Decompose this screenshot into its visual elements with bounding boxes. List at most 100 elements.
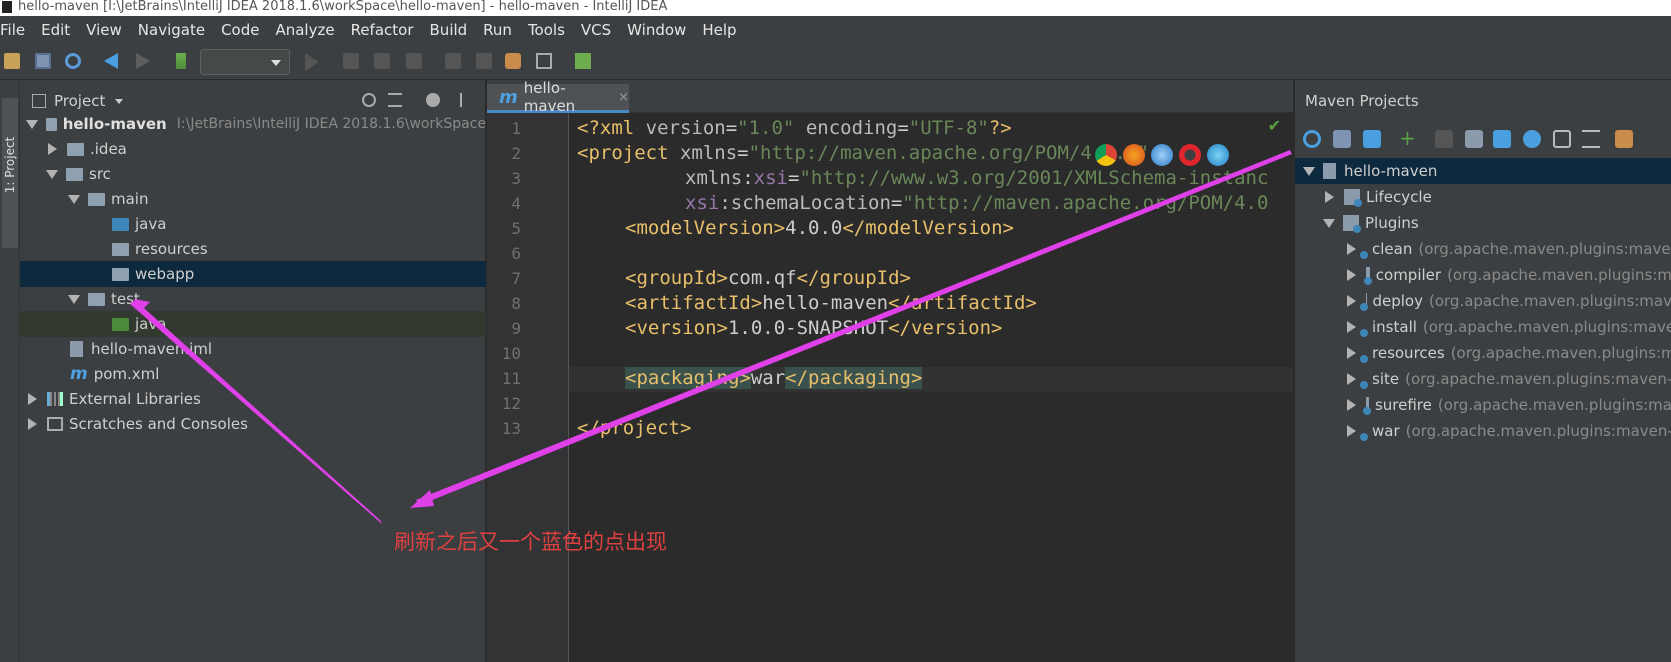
navigate-forward-icon[interactable] xyxy=(136,53,150,69)
collapsed-arrow-icon[interactable] xyxy=(1347,243,1356,255)
collapsed-arrow-icon[interactable] xyxy=(28,393,37,405)
vcs-update-icon[interactable] xyxy=(476,53,492,69)
tree-item-scratches[interactable]: Scratches and Consoles xyxy=(20,411,486,437)
collapsed-arrow-icon[interactable] xyxy=(1347,269,1356,281)
maven-plugin-deploy[interactable]: deploy (org.apache.maven.plugins:mav xyxy=(1295,288,1671,314)
maven-plugin-surefire[interactable]: surefire (org.apache.maven.plugins:ma xyxy=(1295,392,1671,418)
navigate-back-icon[interactable] xyxy=(104,53,118,69)
coverage-icon[interactable] xyxy=(374,53,390,69)
settings-icon[interactable] xyxy=(505,53,521,69)
maven-tree-plugins[interactable]: Plugins xyxy=(1295,210,1671,236)
skip-tests-icon[interactable] xyxy=(1523,130,1541,148)
close-icon[interactable]: × xyxy=(618,90,629,105)
project-structure-icon[interactable] xyxy=(536,53,552,69)
chrome-icon[interactable] xyxy=(1095,144,1117,166)
build-project-icon[interactable] xyxy=(176,53,186,69)
reimport-icon[interactable] xyxy=(1303,130,1321,148)
tree-item-webapp[interactable]: webapp xyxy=(20,261,486,287)
download-icon[interactable] xyxy=(1363,130,1381,148)
menu-navigate[interactable]: Navigate xyxy=(130,21,213,39)
collapsed-arrow-icon[interactable] xyxy=(1347,373,1356,385)
expanded-arrow-icon[interactable] xyxy=(1323,218,1335,228)
expanded-arrow-icon[interactable] xyxy=(68,194,80,204)
maven-plugin-war[interactable]: war (org.apache.maven.plugins:maven- xyxy=(1295,418,1671,444)
expanded-arrow-icon[interactable] xyxy=(46,169,58,179)
synchronize-icon[interactable] xyxy=(65,53,81,69)
gear-icon[interactable] xyxy=(426,93,440,107)
menu-window[interactable]: Window xyxy=(619,21,694,39)
expanded-arrow-icon[interactable] xyxy=(68,294,80,304)
menu-tools[interactable]: Tools xyxy=(520,21,573,39)
tree-item-resources[interactable]: resources xyxy=(20,236,486,262)
opera-icon[interactable] xyxy=(1179,144,1201,166)
menu-view[interactable]: View xyxy=(78,21,130,39)
stop-icon[interactable] xyxy=(406,53,422,69)
maven-plugin-clean[interactable]: clean (org.apache.maven.plugins:maven xyxy=(1295,236,1671,262)
module-folder-icon xyxy=(46,117,57,131)
open-folder-icon[interactable] xyxy=(4,53,20,69)
open-in-browser-toolbar xyxy=(1095,144,1229,166)
tree-item-main-java[interactable]: java xyxy=(20,211,486,237)
expanded-arrow-icon[interactable] xyxy=(1303,166,1315,176)
save-all-icon[interactable] xyxy=(35,53,51,69)
show-dependencies-icon[interactable] xyxy=(1553,130,1571,148)
update-running-app-icon[interactable] xyxy=(445,53,461,69)
run-configuration-icon[interactable] xyxy=(1465,130,1483,148)
tree-item-hello-maven[interactable]: hello-maven I:\JetBrains\IntelliJ IDEA 2… xyxy=(20,111,486,137)
menu-code[interactable]: Code xyxy=(213,21,267,39)
tree-item-iml[interactable]: hello-maven.iml xyxy=(20,336,486,362)
collapsed-arrow-icon[interactable] xyxy=(1347,347,1356,359)
collapsed-arrow-icon[interactable] xyxy=(1325,191,1334,203)
safari-icon[interactable] xyxy=(1151,144,1173,166)
maven-plugin-install[interactable]: install (org.apache.maven.plugins:mave xyxy=(1295,314,1671,340)
run-goal-icon[interactable] xyxy=(1435,130,1453,148)
tree-item-src[interactable]: src xyxy=(20,161,486,187)
tree-item-test-java[interactable]: java xyxy=(20,311,486,337)
menu-vcs[interactable]: VCS xyxy=(573,21,619,39)
run-icon[interactable] xyxy=(305,53,319,71)
menu-help[interactable]: Help xyxy=(694,21,744,39)
tree-item-main[interactable]: main xyxy=(20,186,486,212)
menu-file[interactable]: File xyxy=(0,21,33,39)
maven-tree-hello-maven[interactable]: hello-maven xyxy=(1295,158,1671,184)
tree-item-test[interactable]: test xyxy=(20,286,486,312)
menu-run[interactable]: Run xyxy=(475,21,520,39)
tree-item-idea[interactable]: .idea xyxy=(20,136,486,162)
collapsed-arrow-icon[interactable] xyxy=(28,418,37,430)
tree-item-pom[interactable]: m pom.xml xyxy=(20,361,486,387)
maven-tree-lifecycle[interactable]: Lifecycle xyxy=(1295,184,1671,210)
internet-explorer-icon[interactable] xyxy=(1207,144,1229,166)
maven-plugin-site[interactable]: site (org.apache.maven.plugins:maven- xyxy=(1295,366,1671,392)
maven-settings-icon[interactable] xyxy=(1615,130,1633,148)
firefox-icon[interactable] xyxy=(1123,144,1145,166)
project-panel-title[interactable]: Project xyxy=(54,92,105,110)
toggle-offline-icon[interactable] xyxy=(1493,130,1511,148)
collapsed-arrow-icon[interactable] xyxy=(48,143,57,155)
plugins-icon xyxy=(1343,215,1361,233)
maven-plugin-compiler[interactable]: compiler (org.apache.maven.plugins:m xyxy=(1295,262,1671,288)
hide-panel-icon[interactable] xyxy=(460,93,474,107)
menu-analyze[interactable]: Analyze xyxy=(267,21,342,39)
generate-sources-icon[interactable] xyxy=(1333,130,1351,148)
debug-icon[interactable] xyxy=(343,53,359,69)
sdk-manager-icon[interactable] xyxy=(575,53,591,69)
project-tool-window-tab[interactable]: 1: Project xyxy=(2,98,18,248)
chevron-down-icon[interactable] xyxy=(115,98,124,104)
collapse-all-icon[interactable] xyxy=(1582,130,1600,148)
run-configuration-select[interactable] xyxy=(200,49,290,75)
menu-edit[interactable]: Edit xyxy=(33,21,78,39)
editor-tab-hello-maven[interactable]: m hello-maven × xyxy=(487,79,629,115)
collapsed-arrow-icon[interactable] xyxy=(1347,425,1356,437)
menu-refactor[interactable]: Refactor xyxy=(343,21,422,39)
scroll-from-source-icon[interactable] xyxy=(362,93,376,107)
collapsed-arrow-icon[interactable] xyxy=(1347,295,1356,307)
collapse-all-icon[interactable] xyxy=(388,93,402,107)
collapsed-arrow-icon[interactable] xyxy=(1347,399,1356,411)
collapsed-arrow-icon[interactable] xyxy=(1347,321,1356,333)
add-project-icon[interactable]: + xyxy=(1399,128,1417,148)
tree-item-external-libraries[interactable]: External Libraries xyxy=(20,386,486,412)
menu-build[interactable]: Build xyxy=(422,21,476,39)
maven-plugin-resources[interactable]: resources (org.apache.maven.plugins:m xyxy=(1295,340,1671,366)
expanded-arrow-icon[interactable] xyxy=(26,119,38,129)
maven-toolbar: + xyxy=(1295,122,1671,156)
